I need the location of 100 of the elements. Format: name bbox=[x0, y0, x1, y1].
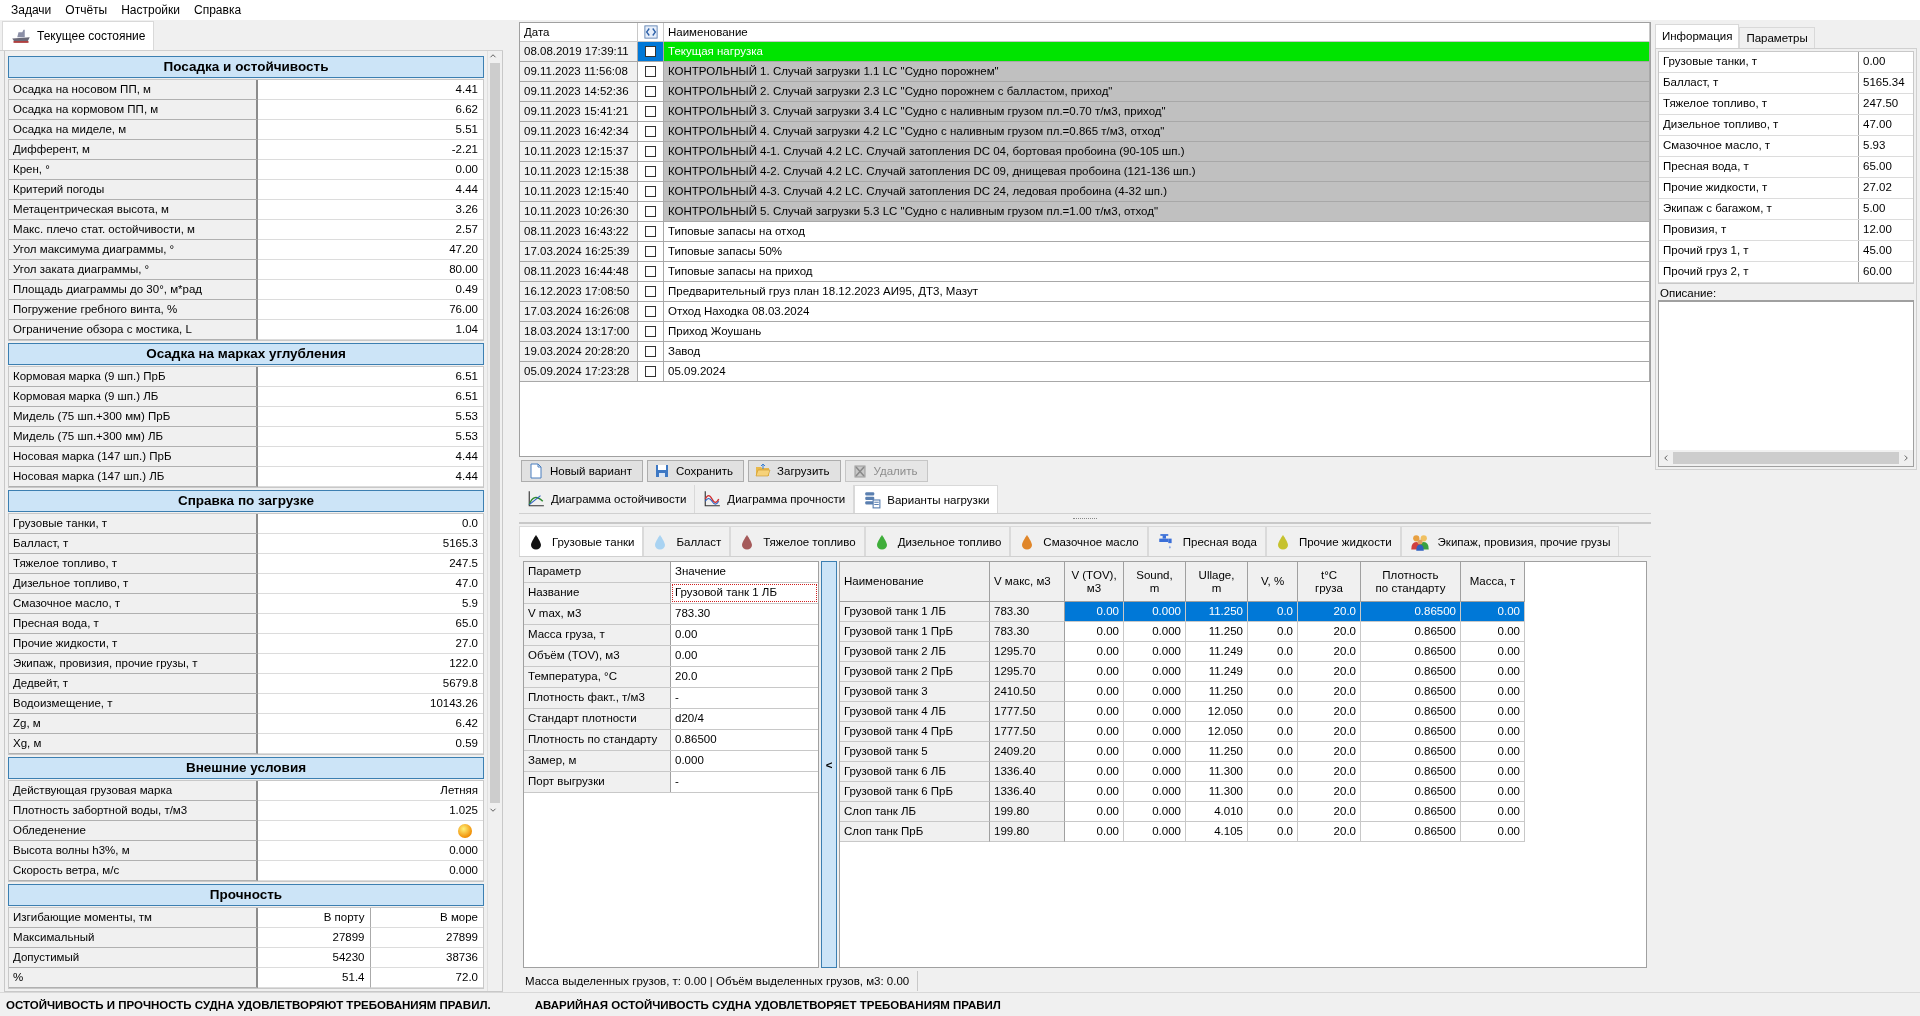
parameter-value[interactable]: 783.30 bbox=[671, 604, 818, 624]
checkbox[interactable] bbox=[645, 226, 656, 237]
checkbox[interactable] bbox=[645, 286, 656, 297]
cargo-tab[interactable]: Прочие жидкости bbox=[1265, 526, 1401, 556]
table-row[interactable]: Грузовой танк 1 ПрБ 783.30 0.00 0.000 11.250 0.0 20.0 0.86500 0.00 bbox=[840, 622, 1525, 642]
checkbox[interactable] bbox=[645, 306, 656, 317]
variant-name[interactable]: Типовые запасы на отход bbox=[664, 222, 1650, 241]
collapse-button[interactable]: < bbox=[821, 561, 837, 968]
toolbar-button[interactable]: Новый вариант bbox=[521, 460, 643, 482]
parameter-label: V max, м3 bbox=[524, 604, 671, 624]
table-row[interactable]: Грузовой танк 2 ЛБ 1295.70 0.00 0.000 11.249 0.0 20.0 0.86500 0.00 bbox=[840, 642, 1525, 662]
checkbox[interactable] bbox=[645, 346, 656, 357]
checkbox[interactable] bbox=[645, 86, 656, 97]
table-row[interactable]: Грузовой танк 2 ПрБ 1295.70 0.00 0.000 11.249 0.0 20.0 0.86500 0.00 bbox=[840, 662, 1525, 682]
row-value: 27899 bbox=[370, 928, 483, 948]
parameter-value[interactable]: Грузовой танк 1 ЛБ bbox=[671, 583, 818, 603]
toolbar-button[interactable]: Загрузить bbox=[748, 460, 841, 482]
column-header: t°C груза bbox=[1298, 562, 1361, 602]
view-tab[interactable]: Диаграмма остойчивости bbox=[519, 485, 696, 513]
checkbox[interactable] bbox=[645, 126, 656, 137]
description-field[interactable] bbox=[1658, 301, 1914, 467]
panel-tab[interactable]: Информация bbox=[1655, 24, 1740, 48]
checkbox[interactable] bbox=[645, 186, 656, 197]
parameter-value[interactable]: - bbox=[671, 772, 818, 792]
variant-name[interactable]: Типовые запасы на приход bbox=[664, 262, 1650, 281]
document-icon bbox=[528, 463, 544, 479]
variant-name[interactable]: Предварительный груз план 18.12.2023 АИ95, ДТ3, Мазут bbox=[664, 282, 1650, 301]
row-value: 0.000 bbox=[258, 841, 483, 861]
column-header: Дата bbox=[520, 23, 638, 41]
parameter-label: Плотность по стандарту bbox=[524, 730, 671, 750]
parameter-value[interactable]: 0.00 bbox=[671, 625, 818, 645]
panel-tab[interactable]: Параметры bbox=[1739, 27, 1815, 48]
parameter-value[interactable]: 0.00 bbox=[671, 646, 818, 666]
table-cell: 11.250 bbox=[1186, 602, 1248, 622]
table-row[interactable]: Грузовой танк 4 ПрБ 1777.50 0.00 0.000 12.050 0.0 20.0 0.86500 0.00 bbox=[840, 722, 1525, 742]
checkbox[interactable] bbox=[645, 166, 656, 177]
table-row[interactable]: Слоп танк ЛБ 199.80 0.00 0.000 4.010 0.0 20.0 0.86500 0.00 bbox=[840, 802, 1525, 822]
parameter-value[interactable]: 0.86500 bbox=[671, 730, 818, 750]
row-value: 5165.3 bbox=[258, 534, 483, 554]
row-label: Высота волны h3%, м bbox=[9, 841, 258, 861]
table-cell: 20.0 bbox=[1298, 702, 1361, 722]
variant-name[interactable]: КОНТРОЛЬНЫЙ 4-2. Случай 4.2 LC. Случай затопления DC 09, днищевая пробоина (121-136 шп.) bbox=[664, 162, 1650, 181]
current-state-tab[interactable]: Текущее состояние bbox=[2, 21, 155, 50]
table-row[interactable]: Грузовой танк 5 2409.20 0.00 0.000 11.250 0.0 20.0 0.86500 0.00 bbox=[840, 742, 1525, 762]
table-row[interactable]: Грузовой танк 6 ПрБ 1336.40 0.00 0.000 11.300 0.0 20.0 0.86500 0.00 bbox=[840, 782, 1525, 802]
menu-item[interactable]: Настройки bbox=[114, 0, 188, 20]
table-row[interactable]: Грузовой танк 4 ЛБ 1777.50 0.00 0.000 12.050 0.0 20.0 0.86500 0.00 bbox=[840, 702, 1525, 722]
table-cell: 20.0 bbox=[1298, 722, 1361, 742]
cargo-tab[interactable]: Балласт bbox=[643, 526, 731, 556]
row-label: Кормовая марка (9 шп.) ПрБ bbox=[9, 367, 258, 387]
row-value: В море bbox=[370, 908, 483, 928]
variant-name[interactable]: КОНТРОЛЬНЫЙ 4. Случай загрузки 4.2 LC "Судно с наливным грузом пл.=0.865 т/м3, отход" bbox=[664, 122, 1650, 141]
variant-name[interactable]: Приход Жоушань bbox=[664, 322, 1650, 341]
variant-name[interactable]: Отход Находка 08.03.2024 bbox=[664, 302, 1650, 321]
cargo-tab[interactable]: Грузовые танки bbox=[519, 526, 644, 556]
menu-item[interactable]: Справка bbox=[187, 0, 249, 20]
checkbox[interactable] bbox=[645, 326, 656, 337]
variant-name[interactable]: КОНТРОЛЬНЫЙ 2. Случай загрузки 2.3 LC "Судно порожнем с балластом, приход" bbox=[664, 82, 1650, 101]
table-cell: 199.80 bbox=[990, 802, 1065, 822]
checkbox[interactable] bbox=[645, 106, 656, 117]
parameter-value[interactable]: - bbox=[671, 688, 818, 708]
cargo-tab[interactable]: Дизельное топливо bbox=[864, 526, 1011, 556]
variant-name[interactable]: КОНТРОЛЬНЫЙ 1. Случай загрузки 1.1 LC "Судно порожнем" bbox=[664, 62, 1650, 81]
variant-name[interactable]: КОНТРОЛЬНЫЙ 4-1. Случай 4.2 LC. Случай затопления DC 04, бортовая пробоина (90-105 шп.) bbox=[664, 142, 1650, 161]
scrollbar[interactable] bbox=[487, 51, 502, 991]
checkbox[interactable] bbox=[645, 366, 656, 377]
checkbox[interactable] bbox=[645, 266, 656, 277]
table-row[interactable]: Грузовой танк 1 ЛБ 783.30 0.00 0.000 11.250 0.0 20.0 0.86500 0.00 bbox=[840, 602, 1525, 622]
table-row[interactable]: Грузовой танк 3 2410.50 0.00 0.000 11.250 0.0 20.0 0.86500 0.00 bbox=[840, 682, 1525, 702]
database-icon bbox=[863, 490, 882, 509]
table-cell: 0.0 bbox=[1248, 602, 1298, 622]
parameter-value[interactable]: 0.000 bbox=[671, 751, 818, 771]
checkbox[interactable] bbox=[645, 46, 656, 57]
table-cell: 4.010 bbox=[1186, 802, 1248, 822]
checkbox[interactable] bbox=[645, 246, 656, 257]
cargo-tab[interactable]: Тяжелое топливо bbox=[730, 526, 865, 556]
variant-name[interactable]: КОНТРОЛЬНЫЙ 3. Случай загрузки 3.4 LC "Судно с наливным грузом пл.=0.70 т/м3, приход" bbox=[664, 102, 1650, 121]
parameter-value[interactable]: d20/4 bbox=[671, 709, 818, 729]
cargo-tab[interactable]: Экипаж, провизия, прочие грузы bbox=[1400, 526, 1620, 556]
horizontal-scrollbar[interactable] bbox=[1659, 450, 1913, 466]
cargo-tab[interactable]: Смазочное масло bbox=[1010, 526, 1148, 556]
checkbox[interactable] bbox=[645, 146, 656, 157]
variant-name[interactable]: Завод bbox=[664, 342, 1650, 361]
checkbox-cell[interactable] bbox=[638, 42, 664, 61]
variant-name[interactable]: КОНТРОЛЬНЫЙ 4-3. Случай 4.2 LC. Случай затопления DC 24, ледовая пробоина (4-32 шп.) bbox=[664, 182, 1650, 201]
view-tab[interactable]: Варианты нагрузки bbox=[854, 485, 999, 513]
variant-name[interactable]: Типовые запасы 50% bbox=[664, 242, 1650, 261]
table-row[interactable]: Грузовой танк 6 ЛБ 1336.40 0.00 0.000 11.300 0.0 20.0 0.86500 0.00 bbox=[840, 762, 1525, 782]
checkbox[interactable] bbox=[645, 206, 656, 217]
date-cell: 08.08.2019 17:39:11 bbox=[520, 42, 638, 61]
variant-name[interactable]: КОНТРОЛЬНЫЙ 5. Случай загрузки 5.3 LC "Судно с наливным грузом пл.=1.00 т/м3, отход" bbox=[664, 202, 1650, 221]
menu-item[interactable]: Отчёты bbox=[58, 0, 115, 20]
variant-name[interactable]: 05.09.2024 bbox=[664, 362, 1650, 381]
cargo-tab[interactable]: Пресная вода bbox=[1147, 526, 1266, 556]
row-label: Мидель (75 шп.+300 мм) ПрБ bbox=[9, 407, 258, 427]
checkbox[interactable] bbox=[645, 66, 656, 77]
parameter-value[interactable]: 20.0 bbox=[671, 667, 818, 687]
toolbar-button[interactable]: Сохранить bbox=[646, 460, 745, 482]
table-row[interactable]: Слоп танк ПрБ 199.80 0.00 0.000 4.105 0.0 20.0 0.86500 0.00 bbox=[840, 822, 1525, 842]
menu-item[interactable]: Задачи bbox=[4, 0, 59, 20]
